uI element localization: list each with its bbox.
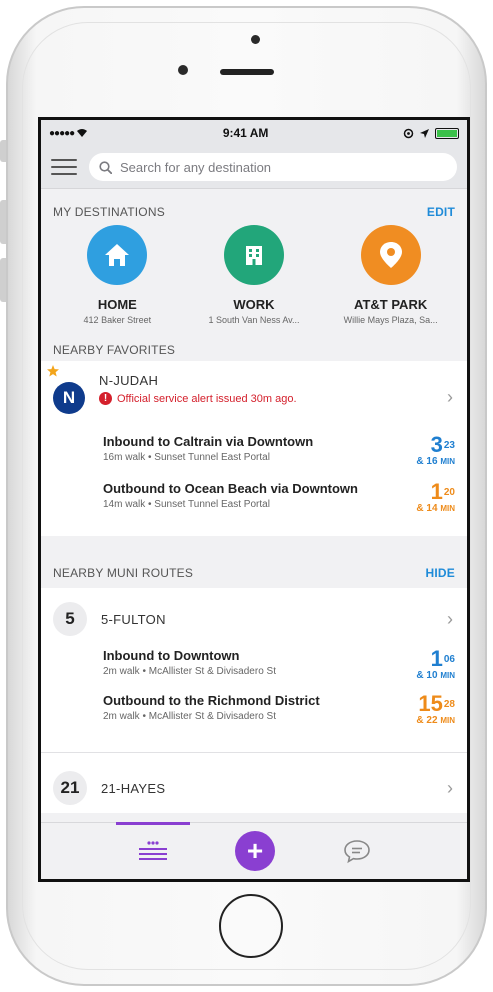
volume-up-button <box>0 200 6 244</box>
section-title: MY DESTINATIONS <box>53 205 165 219</box>
section-title: NEARBY MUNI ROUTES <box>53 566 194 580</box>
tab-list[interactable] <box>116 822 190 879</box>
destination-att-park[interactable]: AT&T PARK Willie Mays Plaza, Sa... <box>331 225 451 325</box>
chevron-right-icon: › <box>447 387 453 407</box>
front-camera <box>178 65 188 75</box>
signal-strength: ●●●●● <box>49 127 75 139</box>
time-unit: MIN <box>440 457 455 466</box>
destinations-list: HOME 412 Baker Street WORK 1 South Van N… <box>41 219 467 325</box>
arrival-minutes: 1 <box>430 646 443 671</box>
route-card-5-fulton: 5 5-FULTON › Inbound to Downtown 2m walk… <box>41 588 467 753</box>
trip-row[interactable]: Outbound to Ocean Beach via Downtown 14m… <box>41 481 467 515</box>
tab-bar: + <box>41 822 467 879</box>
route-card-21-hayes: 21 21-HAYES › <box>41 753 467 813</box>
tab-add[interactable]: + <box>218 823 292 879</box>
time-unit: MIN <box>440 504 455 513</box>
route-name: 21-HAYES <box>101 780 166 796</box>
proximity-sensor <box>251 35 260 44</box>
arrival-seconds: 06 <box>443 654 455 665</box>
trip-walk: 14m walk • Sunset Tunnel East Portal <box>103 499 270 510</box>
route-header-n-judah[interactable]: N N-JUDAH ! Official service alert issue… <box>41 373 467 414</box>
route-header-5-fulton[interactable]: 5 5-FULTON › <box>41 602 467 636</box>
arrival-time: 106 & 10 MIN <box>416 646 455 682</box>
trip-direction: Inbound to Caltrain via Downtown <box>103 434 314 449</box>
trip-direction: Outbound to Ocean Beach via Downtown <box>103 481 358 496</box>
nearby-muni-header: NEARBY MUNI ROUTES HIDE <box>41 558 467 588</box>
arrival-seconds: 28 <box>443 699 455 710</box>
volume-down-button <box>0 258 6 302</box>
arrival-time: 120 & 14 MIN <box>416 479 455 515</box>
menu-icon[interactable] <box>51 159 77 175</box>
arrival-time: 1528 & 22 MIN <box>416 691 455 727</box>
location-arrow-icon <box>420 128 429 138</box>
destination-address: 412 Baker Street <box>83 315 152 325</box>
trip-walk: 2m walk • McAllister St & Divisadero St <box>103 711 276 722</box>
arrival-minutes: 1 <box>430 479 443 504</box>
destination-address: 1 South Van Ness Av... <box>208 315 300 325</box>
destination-name: HOME <box>97 297 137 312</box>
arrival-minutes: 15 <box>418 691 443 716</box>
edit-button[interactable]: EDIT <box>427 205 455 219</box>
location-pin-icon <box>360 225 421 285</box>
app-screen: ●●●●● 9:41 AM Search for any destination… <box>38 117 470 882</box>
next-arrival: & 10 <box>416 670 438 681</box>
hide-button[interactable]: HIDE <box>426 566 455 580</box>
arrival-seconds: 23 <box>443 440 455 451</box>
search-bar-row: Search for any destination <box>41 146 467 189</box>
service-alert[interactable]: ! Official service alert issued 30m ago. <box>99 392 297 405</box>
status-bar: ●●●●● 9:41 AM <box>41 120 467 146</box>
tab-chat[interactable] <box>320 823 394 879</box>
trip-walk: 16m walk • Sunset Tunnel East Portal <box>103 452 270 463</box>
trip-row[interactable]: Inbound to Downtown 2m walk • McAllister… <box>41 648 467 682</box>
route-header-21-hayes[interactable]: 21 21-HAYES › <box>41 771 467 805</box>
trip-row[interactable]: Outbound to the Richmond District 2m wal… <box>41 693 467 727</box>
destination-name: WORK <box>233 297 275 312</box>
alert-text: Official service alert issued 30m ago. <box>117 392 297 405</box>
trip-walk: 2m walk • McAllister St & Divisadero St <box>103 666 276 677</box>
mute-switch <box>0 140 6 162</box>
destination-work[interactable]: WORK 1 South Van Ness Av... <box>194 225 314 325</box>
next-arrival: & 14 <box>416 503 438 514</box>
route-name: N-JUDAH <box>99 373 159 388</box>
destination-home[interactable]: HOME 412 Baker Street <box>57 225 177 325</box>
list-icon <box>139 841 167 860</box>
chevron-right-icon: › <box>447 608 453 629</box>
battery-icon <box>435 127 459 139</box>
arrival-seconds: 20 <box>443 487 455 498</box>
route-name: 5-FULTON <box>101 611 166 627</box>
trip-direction: Inbound to Downtown <box>103 648 240 663</box>
arrival-minutes: 3 <box>430 432 443 457</box>
trip-direction: Outbound to the Richmond District <box>103 693 320 708</box>
route-badge: N <box>53 382 85 414</box>
search-placeholder: Search for any destination <box>120 159 272 175</box>
chevron-right-icon: › <box>447 777 453 798</box>
favorite-route-card: N N-JUDAH ! Official service alert issue… <box>41 361 467 536</box>
lock-rotation-icon <box>403 128 414 138</box>
next-arrival: & 22 <box>416 715 438 726</box>
my-destinations-header: MY DESTINATIONS EDIT <box>41 205 467 219</box>
next-arrival: & 16 <box>416 456 438 467</box>
search-icon <box>99 160 112 174</box>
wifi-icon <box>77 129 88 137</box>
building-icon <box>223 225 284 285</box>
home-button[interactable] <box>219 894 283 958</box>
route-badge: 21 <box>53 771 87 805</box>
add-icon: + <box>235 831 275 871</box>
time-unit: MIN <box>440 716 455 725</box>
route-badge: 5 <box>53 602 87 636</box>
trip-row[interactable]: Inbound to Caltrain via Downtown 16m wal… <box>41 434 467 468</box>
clock: 9:41 AM <box>222 126 269 140</box>
section-title: NEARBY FAVORITES <box>53 343 176 357</box>
home-icon <box>87 225 148 285</box>
time-unit: MIN <box>440 671 455 680</box>
search-input[interactable]: Search for any destination <box>89 153 457 181</box>
nearby-favorites-header: NEARBY FAVORITES <box>41 339 467 361</box>
chat-icon <box>344 840 370 864</box>
destination-name: AT&T PARK <box>354 297 428 312</box>
alert-icon: ! <box>99 392 112 405</box>
earpiece-speaker <box>220 69 274 75</box>
arrival-time: 323 & 16 MIN <box>416 432 455 468</box>
destination-address: Willie Mays Plaza, Sa... <box>343 315 438 325</box>
